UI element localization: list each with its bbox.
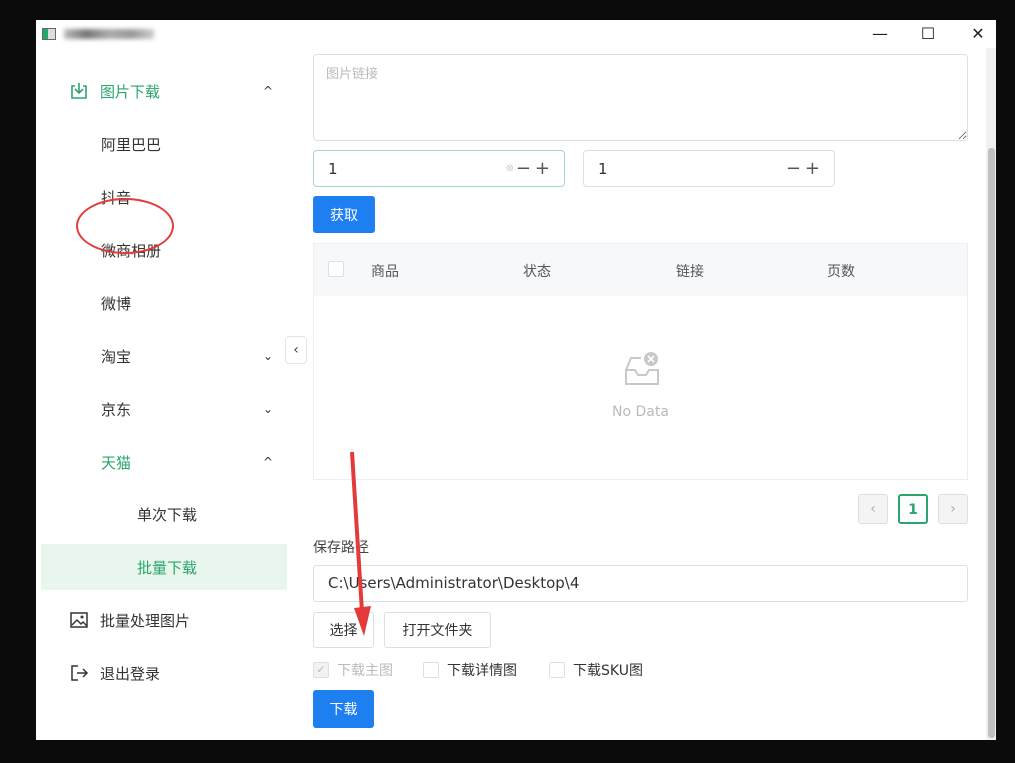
stepper-controls[interactable]: −+ [786,158,824,179]
sidebar-item-label: 京东 [101,400,132,419]
sidebar-item-label: 图片下载 [100,82,161,101]
next-page-button[interactable]: › [938,494,968,524]
download-button[interactable]: 下载 [313,690,374,728]
sidebar-item-label: 阿里巴巴 [101,135,162,154]
column-header-status: 状态 [523,264,551,280]
start-page-value[interactable]: 1 [328,160,338,178]
red-circle-annotation [76,198,174,254]
sidebar-item-image-download[interactable]: 图片下载 ^ [41,68,287,114]
checkbox-box [549,662,565,678]
column-header-product: 商品 [371,264,399,280]
sidebar-item-jd[interactable]: 京东 ⌄ [41,386,287,432]
sidebar-item-label: 批量处理图片 [100,611,191,630]
chevron-up-icon: ^ [262,455,273,469]
title-bar: — ☐ ✕ [36,20,996,48]
start-page-stepper[interactable]: 1 ⊗ −+ [313,150,565,187]
close-button[interactable]: ✕ [958,22,996,46]
app-window: — ☐ ✕ 图片下载 ^ 阿里巴巴 抖音 微商相册 微博 淘宝 ⌄ 京东 ⌄ 天猫 ^… [36,20,996,740]
no-data-icon [625,352,659,385]
sidebar-item-tmall[interactable]: 天猫 ^ [41,439,287,485]
image-link-input[interactable] [313,54,968,141]
sidebar-item-label: 批量下载 [137,558,198,577]
download-sku-image-checkbox[interactable]: 下载SKU图 [549,660,643,680]
sidebar-item-label: 微博 [101,294,132,313]
logout-icon [71,665,89,681]
save-path-input[interactable]: C:\Users\Administrator\Desktop\4 [313,565,968,602]
sidebar-item-taobao[interactable]: 淘宝 ⌄ [41,333,287,379]
column-header-link: 链接 [676,264,704,280]
checkbox-box [423,662,439,678]
prev-page-button[interactable]: ‹ [858,494,888,524]
app-icon [42,28,56,40]
sidebar-item-label: 天猫 [101,453,132,472]
sidebar-item-alibaba[interactable]: 阿里巴巴 [41,121,287,167]
save-path-label: 保存路径 [313,540,369,556]
sidebar: 图片下载 ^ 阿里巴巴 抖音 微商相册 微博 淘宝 ⌄ 京东 ⌄ 天猫 ^ 单次下载 … [36,48,296,740]
sidebar-item-single-download[interactable]: 单次下载 [41,491,287,537]
sidebar-item-label: 单次下载 [137,505,198,524]
empty-state: No Data [314,296,967,479]
vertical-scrollbar[interactable] [986,48,996,740]
checkbox-label: 下载SKU图 [573,663,643,679]
results-table: 商品 状态 链接 页数 No Data [313,243,968,480]
checkbox-label: 下载主图 [337,663,393,679]
fetch-button[interactable]: 获取 [313,196,375,233]
collapse-sidebar-button[interactable]: ‹ [285,336,307,364]
no-data-text: No Data [612,404,669,420]
page-1-button[interactable]: 1 [898,494,928,524]
chevron-up-icon: ^ [262,84,273,98]
clear-icon[interactable]: ⊗ [506,163,514,174]
image-icon [70,612,88,628]
select-all-checkbox[interactable] [328,261,344,277]
minimize-button[interactable]: — [860,22,900,46]
open-folder-button[interactable]: 打开文件夹 [384,612,491,648]
check-icon: ✓ [313,662,329,678]
stepper-controls[interactable]: −+ [516,158,554,179]
scrollbar-thumb[interactable] [988,148,995,738]
sidebar-item-label: 淘宝 [101,347,132,366]
choose-button[interactable]: 选择 [313,612,374,648]
end-page-stepper[interactable]: 1 −+ [583,150,835,187]
download-main-image-checkbox[interactable]: ✓ 下载主图 [313,660,393,680]
end-page-value[interactable]: 1 [598,160,608,178]
sidebar-item-weibo[interactable]: 微博 [41,280,287,326]
checkbox-label: 下载详情图 [447,663,517,679]
maximize-button[interactable]: ☐ [908,22,948,46]
download-detail-image-checkbox[interactable]: 下载详情图 [423,660,517,680]
chevron-down-icon: ⌄ [262,349,273,363]
download-icon [71,83,87,99]
sidebar-item-logout[interactable]: 退出登录 [41,650,287,696]
chevron-down-icon: ⌄ [262,402,273,416]
column-header-pages: 页数 [827,264,855,280]
sidebar-item-label: 退出登录 [100,664,161,683]
blurred-window-title [64,29,154,39]
sidebar-item-batch-process-images[interactable]: 批量处理图片 [41,597,287,643]
table-header: 商品 状态 链接 页数 [314,244,967,296]
sidebar-item-batch-download[interactable]: 批量下载 [41,544,287,590]
